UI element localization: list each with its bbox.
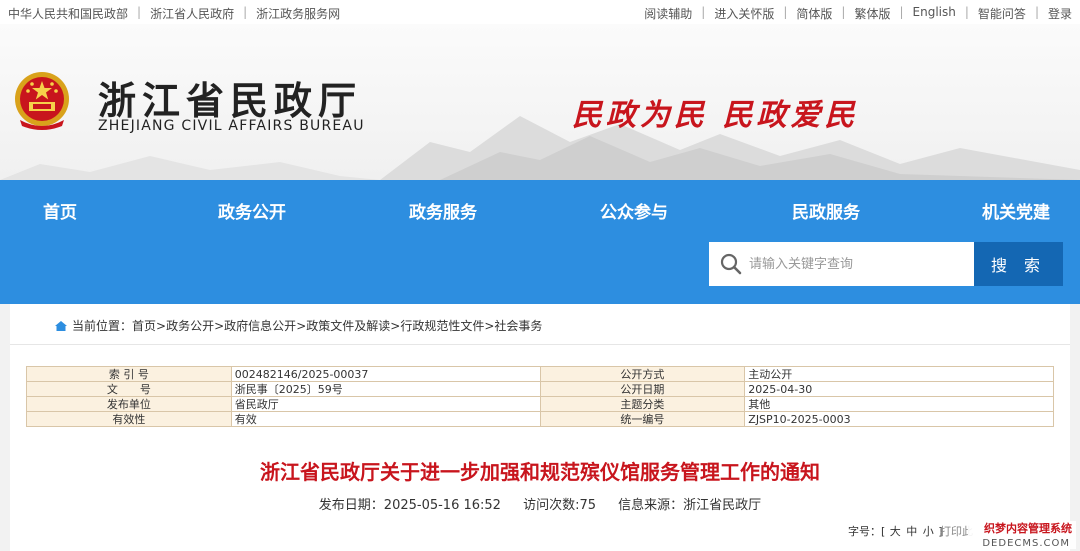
meta-value: ZJSP10-2025-0003 [744, 411, 1054, 427]
top-left-links: 中华人民共和国民政部 | 浙江省人民政府 | 浙江政务服务网 [8, 5, 340, 22]
nav-home[interactable]: 首页 [43, 198, 77, 223]
search-input[interactable] [749, 254, 964, 274]
font-size-label: 字号：[ [848, 525, 886, 538]
nav-civil-services[interactable]: 民政服务 [792, 198, 860, 223]
link-care-mode[interactable]: 进入关怀版 [714, 5, 774, 22]
nav-gov-affairs[interactable]: 政务公开 [218, 198, 286, 223]
separator: | [701, 5, 706, 19]
main-nav: 首页 政务公开 政务服务 公众参与 民政服务 机关党建 [0, 198, 1080, 226]
link-reading-assist[interactable]: 阅读辅助 [644, 5, 692, 22]
nav-party-building[interactable]: 机关党建 [982, 198, 1050, 223]
link-english[interactable]: English [913, 5, 956, 22]
font-size-large[interactable]: 大 [890, 525, 901, 538]
document-meta-table: 索 引 号 002482146/2025-00037 公开方式 主动公开 文 号… [26, 366, 1054, 427]
link-traditional[interactable]: 繁体版 [854, 5, 890, 22]
breadcrumb-social-affairs[interactable]: 社会事务 [494, 317, 542, 334]
article-title: 浙江省民政厅关于进一步加强和规范殡仪馆服务管理工作的通知 [260, 460, 820, 484]
separator: | [899, 5, 904, 19]
site-header: 浙江省民政厅 ZHEJIANG CIVIL AFFAIRS BUREAU 民政为… [0, 24, 1080, 180]
breadcrumb-normative-docs[interactable]: 行政规范性文件 [400, 317, 484, 334]
watermark-subtext: DEDECMS.COM [982, 538, 1070, 549]
breadcrumb-sep: > [390, 318, 401, 333]
watermark-text: 织梦内容管理系统 [984, 522, 1072, 535]
link-login[interactable]: 登录 [1048, 5, 1072, 22]
separator: | [783, 5, 788, 19]
font-size-small[interactable]: 小 [923, 525, 934, 538]
meta-value: 主动公开 [744, 366, 1054, 382]
meta-value: 其他 [744, 396, 1054, 412]
font-size-control: 字号：[ 大 中 小 ] [848, 523, 943, 539]
meta-value: 有效 [230, 411, 541, 427]
breadcrumb-info-disclosure[interactable]: 政府信息公开 [224, 317, 296, 334]
breadcrumb-sep: > [484, 318, 495, 333]
breadcrumb-gov-affairs[interactable]: 政务公开 [166, 317, 214, 334]
font-size-medium[interactable]: 中 [906, 525, 917, 538]
nav-band: 首页 政务公开 政务服务 公众参与 民政服务 机关党建 搜 索 [0, 180, 1080, 304]
home-icon [55, 320, 67, 331]
meta-value: 省民政厅 [230, 396, 541, 412]
meta-key: 文 号 [26, 381, 232, 397]
meta-key: 发布单位 [26, 396, 232, 412]
separator: | [243, 5, 248, 19]
top-right-links: 阅读辅助 | 进入关怀版 | 简体版 | 繁体版 | English | 智能问答 | 登录 [644, 5, 1072, 22]
breadcrumb: 当前位置： 首页 > 政务公开 > 政府信息公开 > 政策文件及解读 > 行政规范性文件… [54, 317, 542, 334]
publish-date: 发布日期：2025-05-16 16:52 [318, 498, 501, 513]
search-bar: 搜 索 [709, 242, 1063, 286]
meta-value: 2025-04-30 [744, 381, 1054, 397]
meta-key: 有效性 [26, 411, 232, 427]
separator: | [137, 5, 142, 19]
national-emblem-icon [15, 72, 69, 130]
breadcrumb-sep: > [296, 318, 307, 333]
meta-key: 主题分类 [539, 396, 746, 412]
separator: | [841, 5, 846, 19]
table-row: 文 号 浙民事〔2025〕59号 公开日期 2025-04-30 [26, 381, 1054, 397]
meta-value: 浙民事〔2025〕59号 [230, 381, 541, 397]
table-row: 索 引 号 002482146/2025-00037 公开方式 主动公开 [26, 366, 1054, 382]
divider [10, 344, 1070, 345]
nav-gov-services[interactable]: 政务服务 [409, 198, 477, 223]
site-subtitle: ZHEJIANG CIVIL AFFAIRS BUREAU [98, 118, 365, 134]
top-utility-bar: 中华人民共和国民政部 | 浙江省人民政府 | 浙江政务服务网 阅读辅助 | 进入关怀版… [0, 0, 1080, 24]
search-box [709, 242, 974, 286]
search-button[interactable]: 搜 索 [974, 242, 1063, 286]
article-info: 发布日期：2025-05-16 16:52 访问次数:75 信息来源：浙江省民政… [10, 494, 1070, 513]
meta-key: 公开日期 [539, 381, 746, 397]
search-icon [720, 253, 742, 275]
breadcrumb-prefix: 当前位置： [72, 319, 133, 333]
nav-public-participation[interactable]: 公众参与 [600, 198, 668, 223]
separator: | [1034, 5, 1039, 19]
content-panel: 当前位置： 首页 > 政务公开 > 政府信息公开 > 政策文件及解读 > 行政规范性文件… [10, 304, 1070, 551]
site-title: 浙江省民政厅 [98, 78, 363, 123]
info-source: 信息来源：浙江省民政厅 [618, 498, 762, 513]
link-zj-gov[interactable]: 浙江省人民政府 [150, 5, 234, 22]
meta-key: 统一编号 [539, 411, 746, 427]
table-row: 发布单位 省民政厅 主题分类 其他 [26, 396, 1054, 412]
breadcrumb-sep: > [156, 318, 167, 333]
link-smart-qa[interactable]: 智能问答 [978, 5, 1026, 22]
link-zj-service[interactable]: 浙江政务服务网 [256, 5, 340, 22]
link-mca[interactable]: 中华人民共和国民政部 [8, 5, 128, 22]
meta-key: 公开方式 [539, 366, 746, 382]
separator: | [964, 5, 969, 19]
meta-key: 索 引 号 [26, 366, 232, 382]
breadcrumb-sep: > [214, 318, 225, 333]
visit-count: 访问次数:75 [523, 498, 597, 513]
breadcrumb-home[interactable]: 首页 [132, 317, 156, 334]
table-row: 有效性 有效 统一编号 ZJSP10-2025-0003 [26, 411, 1054, 427]
slogan: 民政为民 民政爱民 [572, 98, 859, 133]
meta-value: 002482146/2025-00037 [230, 366, 541, 382]
breadcrumb-policy-docs[interactable]: 政策文件及解读 [306, 317, 390, 334]
link-simplified[interactable]: 简体版 [796, 5, 832, 22]
